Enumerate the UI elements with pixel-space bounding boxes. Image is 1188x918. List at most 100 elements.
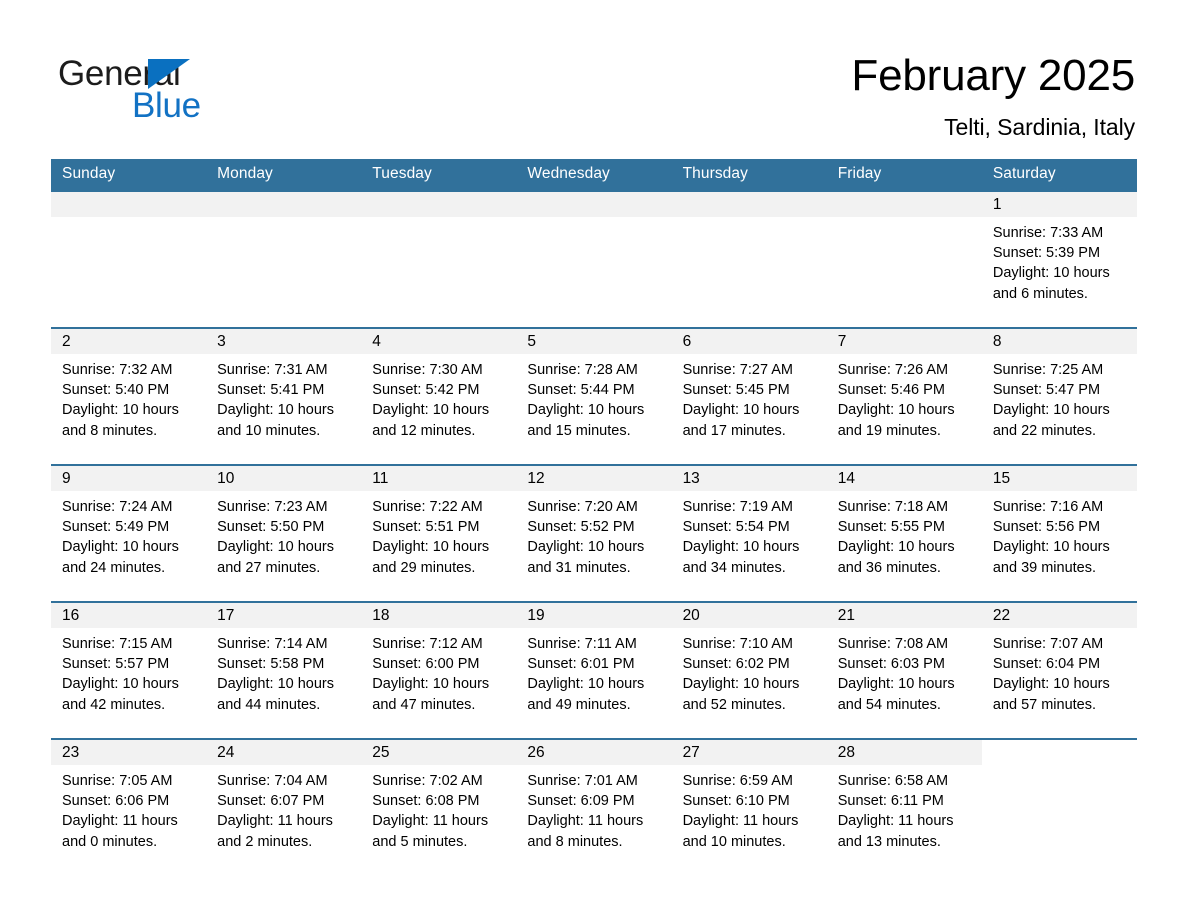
calendar-day-cell[interactable]: 26 Sunrise: 7:01 AM Sunset: 6:09 PM Dayl… — [516, 738, 672, 875]
day-number: 9 — [62, 470, 71, 487]
daynum-band: 22 — [981, 603, 1137, 628]
daynum-band: 10 — [206, 466, 362, 491]
sunrise-text: Sunrise: 7:26 AM — [837, 362, 949, 378]
daylight-text-line2: and 8 minutes. — [62, 422, 158, 439]
sunset-text: Sunset: 5:51 PM — [372, 519, 480, 536]
calendar-day-cell[interactable]: 18 Sunrise: 7:12 AM Sunset: 6:00 PM Dayl… — [361, 601, 517, 739]
day-details: Sunrise: 7:23 AM Sunset: 5:50 PM Dayligh… — [206, 491, 361, 578]
sunrise-text: Sunrise: 7:28 AM — [527, 362, 638, 378]
calendar-day-cell[interactable]: 20 Sunrise: 7:10 AM Sunset: 6:02 PM Dayl… — [671, 601, 827, 739]
calendar-day-cell[interactable]: 23 Sunrise: 7:05 AM Sunset: 6:06 PM Dayl… — [51, 738, 207, 875]
calendar-day-cell[interactable]: 2 Sunrise: 7:32 AM Sunset: 5:40 PM Dayli… — [51, 327, 207, 465]
day-number: 18 — [372, 607, 390, 624]
sunset-text: Sunset: 6:10 PM — [682, 793, 790, 810]
day-details: Sunrise: 7:28 AM Sunset: 5:44 PM Dayligh… — [516, 354, 671, 441]
day-details: Sunrise: 7:32 AM Sunset: 5:40 PM Dayligh… — [51, 354, 206, 441]
sunset-text: Sunset: 5:47 PM — [992, 382, 1101, 399]
calendar-day-cell[interactable]: 27 Sunrise: 6:59 AM Sunset: 6:10 PM Dayl… — [671, 738, 827, 875]
calendar-day-cell[interactable]: 5 Sunrise: 7:28 AM Sunset: 5:44 PM Dayli… — [516, 327, 672, 465]
calendar-day-cell[interactable]: 7 Sunrise: 7:26 AM Sunset: 5:46 PM Dayli… — [826, 327, 982, 465]
calendar-day-cell[interactable]: 6 Sunrise: 7:27 AM Sunset: 5:45 PM Dayli… — [671, 327, 827, 465]
daylight-text-line2: and 42 minutes. — [62, 696, 166, 713]
daylight-text-line2: and 24 minutes. — [62, 559, 166, 576]
calendar-day-cell[interactable]: 24 Sunrise: 7:04 AM Sunset: 6:07 PM Dayl… — [206, 738, 362, 875]
location-subtitle: Telti, Sardinia, Italy — [944, 114, 1135, 140]
day-number: 27 — [682, 744, 700, 761]
daynum-band: 27 — [671, 740, 827, 765]
calendar-day-cell[interactable]: 9 Sunrise: 7:24 AM Sunset: 5:49 PM Dayli… — [51, 464, 207, 602]
sunrise-text: Sunrise: 7:20 AM — [527, 499, 638, 515]
calendar-day-cell[interactable]: 21 Sunrise: 7:08 AM Sunset: 6:03 PM Dayl… — [826, 601, 982, 739]
daylight-text-line1: Daylight: 10 hours — [837, 676, 955, 693]
calendar-cell-empty — [981, 738, 1137, 875]
calendar-day-cell[interactable]: 25 Sunrise: 7:02 AM Sunset: 6:08 PM Dayl… — [361, 738, 517, 875]
calendar-day-cell[interactable]: 12 Sunrise: 7:20 AM Sunset: 5:52 PM Dayl… — [516, 464, 672, 602]
sunset-text: Sunset: 6:01 PM — [527, 656, 635, 673]
daynum-band: 20 — [671, 603, 827, 628]
day-details: Sunrise: 7:33 AM Sunset: 5:39 PM Dayligh… — [982, 217, 1137, 304]
daylight-text-line2: and 54 minutes. — [837, 696, 941, 713]
sunset-text: Sunset: 5:42 PM — [372, 382, 480, 399]
calendar-day-cell[interactable]: 13 Sunrise: 7:19 AM Sunset: 5:54 PM Dayl… — [671, 464, 827, 602]
daylight-text-line1: Daylight: 10 hours — [837, 402, 955, 419]
daynum-band: 24 — [206, 740, 362, 765]
calendar-day-cell[interactable]: 10 Sunrise: 7:23 AM Sunset: 5:50 PM Dayl… — [206, 464, 362, 602]
daynum-band — [361, 192, 517, 217]
daylight-text-line2: and 22 minutes. — [992, 422, 1097, 439]
daylight-text-line1: Daylight: 11 hours — [682, 813, 799, 830]
daynum-band: 23 — [51, 740, 207, 765]
daylight-text-line2: and 5 minutes. — [372, 833, 468, 850]
sunrise-text: Sunrise: 7:07 AM — [992, 636, 1104, 652]
sunset-text: Sunset: 6:04 PM — [992, 656, 1101, 673]
daylight-text-line1: Daylight: 10 hours — [372, 676, 490, 693]
sunrise-text: Sunrise: 7:33 AM — [992, 225, 1104, 241]
sunset-text: Sunset: 5:44 PM — [527, 382, 635, 399]
daylight-text-line1: Daylight: 10 hours — [527, 676, 645, 693]
calendar-day-cell[interactable]: 16 Sunrise: 7:15 AM Sunset: 5:57 PM Dayl… — [51, 601, 207, 739]
day-number: 14 — [837, 470, 855, 487]
calendar-day-cell[interactable]: 4 Sunrise: 7:30 AM Sunset: 5:42 PM Dayli… — [361, 327, 517, 465]
daylight-text-line2: and 39 minutes. — [992, 559, 1097, 576]
daylight-text-line1: Daylight: 10 hours — [837, 539, 955, 556]
sunset-text: Sunset: 6:00 PM — [372, 656, 480, 673]
calendar-day-cell[interactable]: 1 Sunrise: 7:33 AM Sunset: 5:39 PM Dayli… — [981, 190, 1137, 328]
daynum-band — [826, 192, 982, 217]
daynum-band: 3 — [206, 329, 362, 354]
daynum-band: 8 — [981, 329, 1137, 354]
day-number: 7 — [837, 333, 847, 350]
weekday-header-monday: Monday — [206, 159, 362, 191]
daylight-text-line1: Daylight: 10 hours — [372, 539, 490, 556]
sunrise-text: Sunrise: 7:18 AM — [837, 499, 949, 515]
daynum-band — [671, 192, 827, 217]
daynum-band: 19 — [516, 603, 672, 628]
calendar-day-cell[interactable]: 28 Sunrise: 6:58 AM Sunset: 6:11 PM Dayl… — [826, 738, 982, 875]
day-details: Sunrise: 7:10 AM Sunset: 6:02 PM Dayligh… — [672, 628, 827, 715]
day-details: Sunrise: 7:07 AM Sunset: 6:04 PM Dayligh… — [982, 628, 1137, 715]
day-details: Sunrise: 7:01 AM Sunset: 6:09 PM Dayligh… — [516, 765, 671, 852]
day-details: Sunrise: 7:14 AM Sunset: 5:58 PM Dayligh… — [206, 628, 361, 715]
calendar-day-cell[interactable]: 11 Sunrise: 7:22 AM Sunset: 5:51 PM Dayl… — [361, 464, 517, 602]
daynum-band: 9 — [51, 466, 207, 491]
calendar-day-cell[interactable]: 17 Sunrise: 7:14 AM Sunset: 5:58 PM Dayl… — [206, 601, 362, 739]
daylight-text-line1: Daylight: 11 hours — [217, 813, 333, 830]
calendar-day-cell[interactable]: 3 Sunrise: 7:31 AM Sunset: 5:41 PM Dayli… — [206, 327, 362, 465]
calendar-day-cell[interactable]: 19 Sunrise: 7:11 AM Sunset: 6:01 PM Dayl… — [516, 601, 672, 739]
sunrise-text: Sunrise: 6:58 AM — [837, 773, 949, 789]
sunset-text: Sunset: 5:54 PM — [682, 519, 790, 536]
day-number: 10 — [217, 470, 235, 487]
daylight-text-line1: Daylight: 10 hours — [217, 676, 335, 693]
daynum-band — [516, 192, 672, 217]
day-details: Sunrise: 7:08 AM Sunset: 6:03 PM Dayligh… — [827, 628, 982, 715]
calendar-day-cell[interactable]: 8 Sunrise: 7:25 AM Sunset: 5:47 PM Dayli… — [981, 327, 1137, 465]
sunset-text: Sunset: 6:06 PM — [62, 793, 170, 810]
daylight-text-line1: Daylight: 10 hours — [62, 676, 179, 693]
daylight-text-line2: and 0 minutes. — [62, 833, 158, 850]
sunrise-text: Sunrise: 7:10 AM — [682, 636, 793, 652]
sunrise-text: Sunrise: 7:25 AM — [992, 362, 1104, 378]
calendar-header-row: Sunday Monday Tuesday Wednesday Thursday… — [51, 159, 1137, 191]
calendar-day-cell[interactable]: 14 Sunrise: 7:18 AM Sunset: 5:55 PM Dayl… — [826, 464, 982, 602]
calendar-day-cell[interactable]: 22 Sunrise: 7:07 AM Sunset: 6:04 PM Dayl… — [981, 601, 1137, 739]
calendar-day-cell[interactable]: 15 Sunrise: 7:16 AM Sunset: 5:56 PM Dayl… — [981, 464, 1137, 602]
day-details: Sunrise: 7:22 AM Sunset: 5:51 PM Dayligh… — [361, 491, 516, 578]
day-number: 1 — [992, 196, 1002, 213]
